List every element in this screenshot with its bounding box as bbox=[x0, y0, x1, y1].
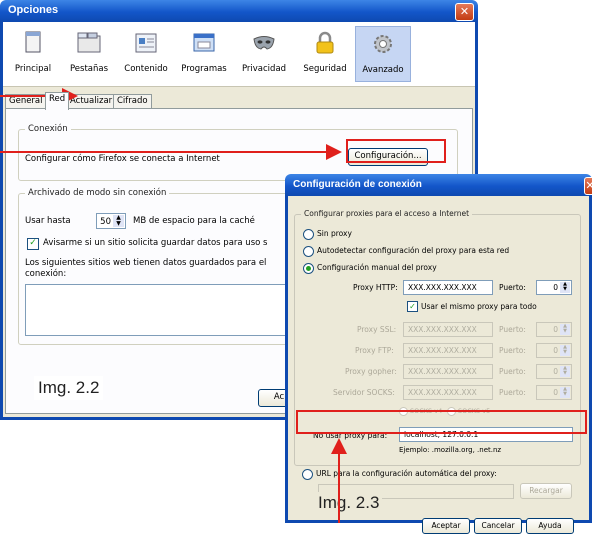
use-up-to-label: Usar hasta bbox=[25, 216, 71, 226]
socks-port-stepper: 0 ▲ ▼ bbox=[536, 385, 572, 400]
http-port-stepper[interactable]: 0 ▲ ▼ bbox=[536, 280, 572, 295]
offline-sites-list[interactable] bbox=[25, 284, 297, 336]
toolbar-label: Privacidad bbox=[241, 64, 287, 74]
connection-body: Configurar proxies para el acceso a Inte… bbox=[285, 196, 592, 534]
http-port-value: 0 bbox=[553, 283, 558, 292]
mask-icon bbox=[253, 36, 275, 50]
radio-no-proxy-label: Sin proxy bbox=[317, 229, 352, 238]
http-proxy-label: Proxy HTTP: bbox=[353, 283, 398, 292]
socks-port-value: 0 bbox=[553, 388, 558, 397]
ftp-port-label: Puerto: bbox=[499, 346, 526, 355]
socks-port-label: Puerto: bbox=[499, 388, 526, 397]
spin-arrows-icon: ▲ ▼ bbox=[560, 366, 570, 377]
programs-icon bbox=[193, 33, 215, 52]
toolbar-label: Seguridad bbox=[303, 64, 347, 74]
content-icon bbox=[135, 33, 157, 53]
toolbar-avanzado[interactable]: Avanzado bbox=[355, 26, 411, 82]
toolbar-principal[interactable]: Principal bbox=[7, 26, 59, 82]
http-proxy-input[interactable]: XXX.XXX.XXX.XXX bbox=[403, 280, 493, 295]
accept-button[interactable]: Aceptar bbox=[422, 518, 470, 534]
spin-arrows-icon[interactable]: ▲ ▼ bbox=[113, 215, 124, 227]
socks-server-label: Servidor SOCKS: bbox=[333, 388, 395, 397]
toolbar-label: Programas bbox=[181, 64, 227, 74]
connection-titlebar[interactable]: Configuración de conexión ✕ bbox=[285, 174, 592, 196]
options-titlebar[interactable]: Opciones ✕ bbox=[0, 0, 478, 22]
cache-size-value: 50 bbox=[100, 217, 111, 227]
toolbar-label: Avanzado bbox=[362, 65, 404, 75]
spin-arrows-icon[interactable]: ▲ ▼ bbox=[560, 282, 570, 293]
connection-title: Configuración de conexión bbox=[293, 179, 422, 190]
radio-autodetect-label: Autodetectar configuración del proxy par… bbox=[317, 246, 510, 255]
toolbar-label: Contenido bbox=[124, 64, 168, 74]
toolbar-label: Pestañas bbox=[69, 64, 109, 74]
spin-arrows-icon: ▲ ▼ bbox=[560, 324, 570, 335]
tab-general[interactable]: General bbox=[5, 94, 47, 109]
proxy-group-legend: Configurar proxies para el acceso a Inte… bbox=[301, 209, 473, 218]
spin-arrows-icon: ▲ ▼ bbox=[560, 345, 570, 356]
close-icon[interactable]: ✕ bbox=[584, 177, 592, 195]
spin-arrows-icon: ▲ ▼ bbox=[560, 387, 570, 398]
window-icon bbox=[25, 31, 41, 53]
radio-manual-label: Configuración manual del proxy bbox=[317, 263, 437, 272]
options-toolbar: Principal Pestañas Contenido Programas P… bbox=[3, 22, 475, 87]
radio-no-proxy[interactable] bbox=[303, 229, 314, 240]
lock-icon bbox=[316, 31, 334, 54]
http-port-label: Puerto: bbox=[499, 283, 526, 292]
no-proxy-example: Ejemplo: .mozilla.org, .net.nz bbox=[399, 446, 502, 454]
same-proxy-checkbox[interactable]: ✓ bbox=[407, 301, 418, 312]
ssl-port-value: 0 bbox=[553, 325, 558, 334]
cache-size-stepper[interactable]: 50 ▲ ▼ bbox=[96, 213, 126, 229]
ftp-port-value: 0 bbox=[553, 346, 558, 355]
same-proxy-label: Usar el mismo proxy para todo bbox=[421, 302, 537, 311]
toolbar-privacidad[interactable]: Privacidad bbox=[235, 26, 293, 82]
ssl-port-label: Puerto: bbox=[499, 325, 526, 334]
gopher-port-value: 0 bbox=[553, 367, 558, 376]
conexion-text: Configurar cómo Firefox se conecta a Int… bbox=[25, 154, 220, 164]
options-title: Opciones bbox=[8, 4, 59, 16]
notify-checkbox[interactable]: ✓ bbox=[27, 238, 39, 250]
ftp-proxy-input: XXX.XXX.XXX.XXX bbox=[403, 343, 493, 358]
ssl-port-stepper: 0 ▲ ▼ bbox=[536, 322, 572, 337]
toolbar-programas[interactable]: Programas bbox=[175, 26, 233, 82]
reload-button: Recargar bbox=[520, 483, 572, 499]
ftp-port-stepper: 0 ▲ ▼ bbox=[536, 343, 572, 358]
notify-label: Avisarme si un sitio solicita guardar da… bbox=[43, 238, 268, 248]
tab-cifrado[interactable]: Cifrado bbox=[113, 94, 152, 109]
connection-window: Configuración de conexión ✕ Configurar p… bbox=[285, 174, 592, 534]
ssl-proxy-label: Proxy SSL: bbox=[357, 325, 397, 334]
img-caption-2-2: Img. 2.2 bbox=[34, 376, 104, 400]
help-button[interactable]: Ayuda bbox=[526, 518, 574, 534]
img-caption-2-3: Img. 2.3 bbox=[315, 492, 383, 514]
toolbar-contenido[interactable]: Contenido bbox=[119, 26, 173, 82]
offline-legend: Archivado de modo sin conexión bbox=[25, 188, 170, 198]
radio-autodetect[interactable] bbox=[303, 246, 314, 257]
cancel-button[interactable]: Cancelar bbox=[474, 518, 522, 534]
cache-suffix-label: MB de espacio para la caché bbox=[133, 216, 255, 226]
tab-actualizar[interactable]: Actualizar bbox=[66, 94, 117, 109]
close-icon[interactable]: ✕ bbox=[455, 3, 474, 21]
tabs-icon bbox=[77, 32, 101, 53]
tab-red[interactable]: Red bbox=[45, 92, 70, 110]
autoconfig-url-label: URL para la configuración automática del… bbox=[316, 469, 497, 478]
gopher-proxy-input: XXX.XXX.XXX.XXX bbox=[403, 364, 493, 379]
highlight-configuracion bbox=[346, 139, 446, 163]
sites-text-1: Los siguientes sitios web tienen datos g… bbox=[25, 258, 267, 268]
ftp-proxy-label: Proxy FTP: bbox=[355, 346, 394, 355]
gopher-proxy-label: Proxy gopher: bbox=[345, 367, 397, 376]
ssl-proxy-input: XXX.XXX.XXX.XXX bbox=[403, 322, 493, 337]
radio-manual[interactable] bbox=[303, 263, 314, 274]
highlight-no-proxy bbox=[296, 410, 587, 434]
toolbar-pestanas[interactable]: Pestañas bbox=[61, 26, 117, 82]
gopher-port-label: Puerto: bbox=[499, 367, 526, 376]
conexion-legend: Conexión bbox=[25, 124, 71, 134]
gopher-port-stepper: 0 ▲ ▼ bbox=[536, 364, 572, 379]
gear-icon bbox=[374, 35, 392, 53]
sites-text-2: conexión: bbox=[25, 269, 67, 279]
socks-server-input: XXX.XXX.XXX.XXX bbox=[403, 385, 493, 400]
toolbar-seguridad[interactable]: Seguridad bbox=[297, 26, 353, 82]
toolbar-label: Principal bbox=[14, 64, 52, 74]
radio-autoconfig-url[interactable] bbox=[302, 469, 313, 480]
